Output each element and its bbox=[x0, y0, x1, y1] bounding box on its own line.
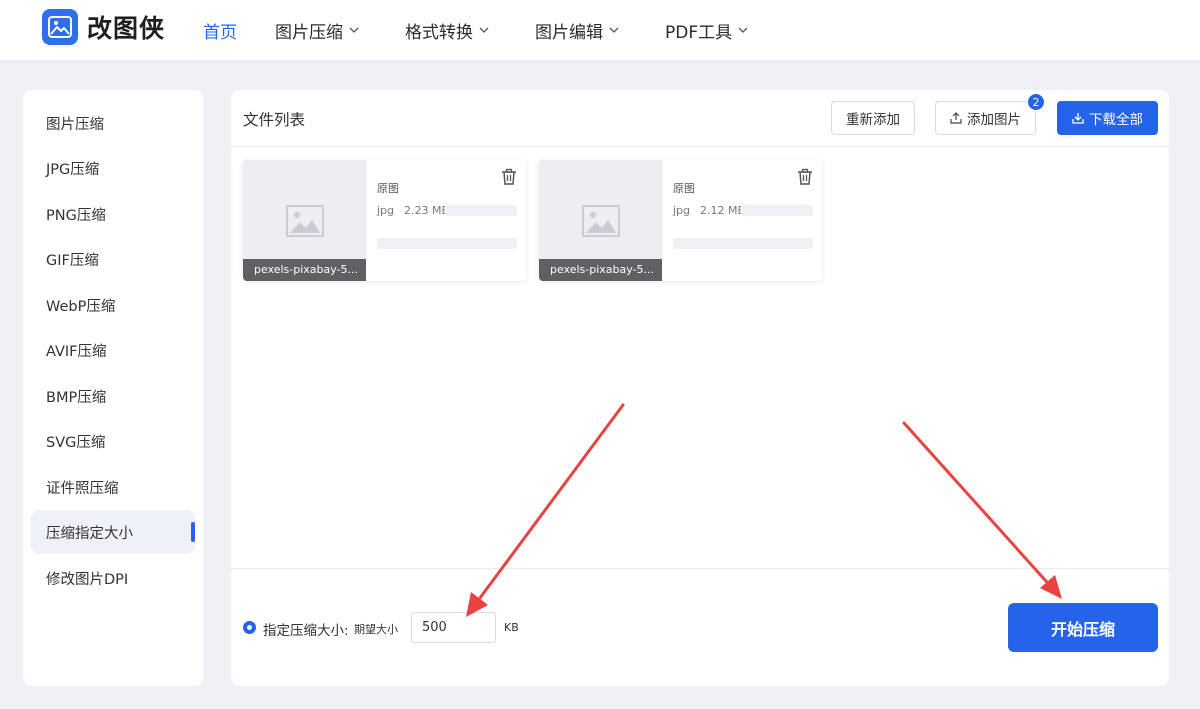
image-placeholder-icon bbox=[582, 205, 620, 241]
image-thumbnail[interactable]: pexels-pixabay-5... bbox=[539, 160, 662, 281]
sidebar-item-label: BMP压缩 bbox=[46, 389, 107, 406]
file-name: pexels-pixabay-5... bbox=[539, 259, 662, 281]
start-compress-button[interactable]: 开始压缩 bbox=[1008, 603, 1158, 652]
sidebar-item-label: SVG压缩 bbox=[46, 434, 106, 451]
re-add-button[interactable]: 重新添加 bbox=[831, 101, 915, 135]
original-label: 原图 bbox=[377, 182, 399, 195]
add-image-label: 添加图片 bbox=[967, 112, 1021, 128]
sidebar: 图片压缩 JPG压缩 PNG压缩 GIF压缩 WebP压缩 AVIF压缩 BMP… bbox=[23, 90, 203, 686]
placeholder-bar bbox=[445, 205, 517, 216]
file-panel: 文件列表 重新添加 添加图片 2 下载全部 pexels-pixabay-5..… bbox=[231, 90, 1169, 686]
radio-dot bbox=[247, 625, 252, 630]
nav-home-label: 首页 bbox=[203, 22, 237, 43]
download-icon bbox=[1072, 112, 1084, 124]
sidebar-item-image-compress[interactable]: 图片压缩 bbox=[31, 101, 195, 145]
file-ext: jpg bbox=[377, 204, 395, 217]
trash-icon[interactable] bbox=[500, 168, 518, 190]
upload-icon bbox=[950, 112, 962, 124]
file-ext: jpg bbox=[673, 204, 691, 217]
chevron-down-icon bbox=[738, 27, 748, 33]
main-nav: 首页 图片压缩 格式转换 图片编辑 PDF工具 bbox=[203, 0, 794, 60]
sidebar-item-png-compress[interactable]: PNG压缩 bbox=[31, 192, 195, 236]
target-size-input[interactable] bbox=[411, 612, 496, 643]
top-navbar: 改图侠 首页 图片压缩 格式转换 图片编辑 PDF工具 bbox=[0, 0, 1200, 60]
file-name: pexels-pixabay-5... bbox=[243, 259, 366, 281]
active-indicator bbox=[191, 522, 195, 542]
re-add-label: 重新添加 bbox=[846, 112, 900, 128]
sidebar-item-id-photo-compress[interactable]: 证件照压缩 bbox=[31, 465, 195, 509]
nav-pdf-tools[interactable]: PDF工具 bbox=[665, 18, 748, 43]
logo[interactable]: 改图侠 bbox=[42, 9, 165, 45]
placeholder-bar bbox=[673, 238, 813, 249]
page-title: 文件列表 bbox=[243, 111, 306, 129]
sidebar-item-label: 图片压缩 bbox=[46, 116, 104, 133]
nav-home[interactable]: 首页 bbox=[203, 18, 237, 43]
image-placeholder-icon bbox=[286, 205, 324, 241]
file-size: 2.12 MB bbox=[700, 204, 746, 217]
file-meta: jpg 2.12 MB bbox=[673, 204, 745, 217]
chevron-down-icon bbox=[479, 27, 489, 33]
sidebar-item-change-dpi[interactable]: 修改图片DPI bbox=[31, 556, 195, 600]
nav-format-convert[interactable]: 格式转换 bbox=[405, 18, 489, 43]
sidebar-item-label: PNG压缩 bbox=[46, 207, 106, 224]
size-mode-radio[interactable] bbox=[243, 621, 256, 634]
image-thumbnail[interactable]: pexels-pixabay-5... bbox=[243, 160, 366, 281]
sidebar-item-jpg-compress[interactable]: JPG压缩 bbox=[31, 146, 195, 190]
divider bbox=[231, 568, 1169, 569]
sidebar-item-avif-compress[interactable]: AVIF压缩 bbox=[31, 328, 195, 372]
sidebar-item-bmp-compress[interactable]: BMP压缩 bbox=[31, 374, 195, 418]
nav-image-compress-label: 图片压缩 bbox=[275, 22, 343, 43]
nav-pdf-tools-label: PDF工具 bbox=[665, 22, 733, 43]
sidebar-item-label: 修改图片DPI bbox=[46, 571, 129, 588]
trash-icon[interactable] bbox=[796, 168, 814, 190]
sidebar-item-label: JPG压缩 bbox=[46, 161, 100, 178]
file-count-badge: 2 bbox=[1027, 93, 1045, 111]
nav-format-convert-label: 格式转换 bbox=[405, 22, 473, 43]
size-mode-label: 指定压缩大小: bbox=[263, 623, 349, 639]
sidebar-item-label: GIF压缩 bbox=[46, 252, 99, 269]
nav-image-compress[interactable]: 图片压缩 bbox=[275, 18, 359, 43]
sidebar-item-label: 证件照压缩 bbox=[46, 480, 119, 497]
logo-text: 改图侠 bbox=[87, 14, 166, 43]
file-size: 2.23 MB bbox=[404, 204, 450, 217]
chevron-down-icon bbox=[609, 27, 619, 33]
sidebar-item-label: AVIF压缩 bbox=[46, 343, 107, 360]
nav-image-edit-label: 图片编辑 bbox=[535, 22, 603, 43]
file-meta: jpg 2.23 MB bbox=[377, 204, 449, 217]
file-card: pexels-pixabay-5... 原图 jpg 2.23 MB bbox=[243, 160, 526, 281]
start-compress-label: 开始压缩 bbox=[1050, 619, 1115, 639]
chevron-down-icon bbox=[349, 27, 359, 33]
sidebar-item-label: 压缩指定大小 bbox=[46, 525, 133, 542]
file-card: pexels-pixabay-5... 原图 jpg 2.12 MB bbox=[539, 160, 822, 281]
original-label: 原图 bbox=[673, 182, 695, 195]
expected-size-label: 期望大小 bbox=[354, 623, 398, 636]
download-all-label: 下载全部 bbox=[1089, 112, 1143, 128]
add-image-button[interactable]: 添加图片 bbox=[935, 101, 1036, 135]
nav-image-edit[interactable]: 图片编辑 bbox=[535, 18, 619, 43]
sidebar-item-svg-compress[interactable]: SVG压缩 bbox=[31, 419, 195, 463]
download-all-button[interactable]: 下载全部 bbox=[1057, 101, 1158, 135]
sidebar-item-compress-to-size[interactable]: 压缩指定大小 bbox=[31, 510, 195, 554]
placeholder-bar bbox=[377, 238, 517, 249]
divider bbox=[231, 146, 1169, 147]
logo-icon bbox=[42, 9, 78, 45]
sidebar-item-gif-compress[interactable]: GIF压缩 bbox=[31, 237, 195, 281]
placeholder-bar bbox=[741, 205, 813, 216]
sidebar-item-webp-compress[interactable]: WebP压缩 bbox=[31, 283, 195, 327]
size-unit: KB bbox=[504, 621, 519, 634]
sidebar-item-label: WebP压缩 bbox=[46, 298, 116, 315]
